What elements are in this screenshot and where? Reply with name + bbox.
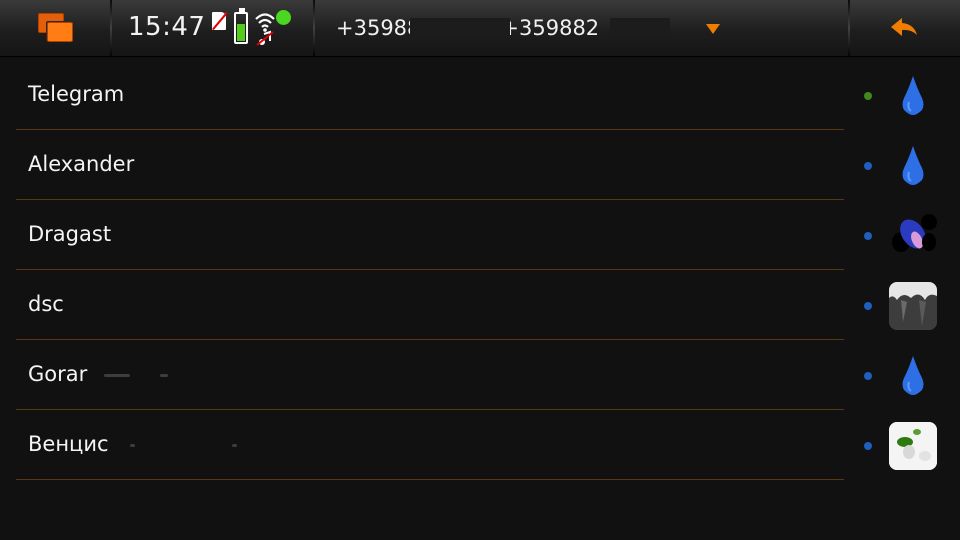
contact-status [844,410,960,480]
default-avatar-icon[interactable] [889,142,937,190]
back-arrow-icon [891,18,917,36]
contact-name: dsc [28,292,64,316]
status-area[interactable] [210,8,300,50]
task-switcher-front-window [47,22,73,42]
presence-status-dot [864,232,872,240]
contact-status [844,130,960,200]
redacted-area [104,374,130,377]
presence-status-dot [864,92,872,100]
contact-list: Telegram Alexander Dragast dsc Gorar Вен… [16,60,844,480]
contact-name: Dragast [28,222,112,246]
presence-status-dot [864,162,872,170]
battery-icon [234,8,248,44]
divider [110,0,112,56]
presence-status-dot [864,302,872,310]
contact-name: Венцис [28,432,109,456]
clock[interactable]: 15:47 [128,12,205,42]
contact-status [844,340,960,410]
back-button[interactable] [850,0,960,56]
redacted-area [160,374,168,377]
contact-photo-avatar[interactable] [889,282,937,330]
contact-row[interactable]: Telegram [16,60,844,130]
task-switcher-icon[interactable] [38,13,74,43]
contact-row[interactable]: dsc [16,270,844,340]
contact-status-column [844,60,960,480]
contact-row[interactable]: Gorar [16,340,844,410]
redacted-area [232,444,237,447]
contact-row[interactable]: Alexander [16,130,844,200]
contact-name: Alexander [28,152,135,176]
status-bar: 15:47 +35988 - +359882 [0,0,960,57]
redacted-area [130,444,135,447]
contact-name: Telegram [28,82,125,106]
contact-status [844,270,960,340]
contact-photo-avatar[interactable] [889,422,937,470]
divider [313,0,315,56]
account-selector[interactable]: +35988 - +359882 [316,0,848,56]
presence-status-dot [276,10,291,25]
redacted-area [610,18,670,38]
contact-row[interactable]: Венцис [16,410,844,480]
contact-status [844,60,960,130]
contact-row[interactable]: Dragast [16,200,844,270]
sim-card-icon [212,12,226,30]
presence-status-dot [864,442,872,450]
contact-name: Gorar [28,362,88,386]
presence-status-dot [864,372,872,380]
battery-level [237,24,245,41]
default-avatar-icon[interactable] [889,72,937,120]
wifi-icon [255,13,275,46]
redacted-area [410,18,510,38]
default-avatar-icon[interactable] [889,352,937,400]
chevron-down-icon[interactable] [706,24,720,34]
contact-photo-avatar[interactable] [889,212,937,260]
contact-status [844,200,960,270]
